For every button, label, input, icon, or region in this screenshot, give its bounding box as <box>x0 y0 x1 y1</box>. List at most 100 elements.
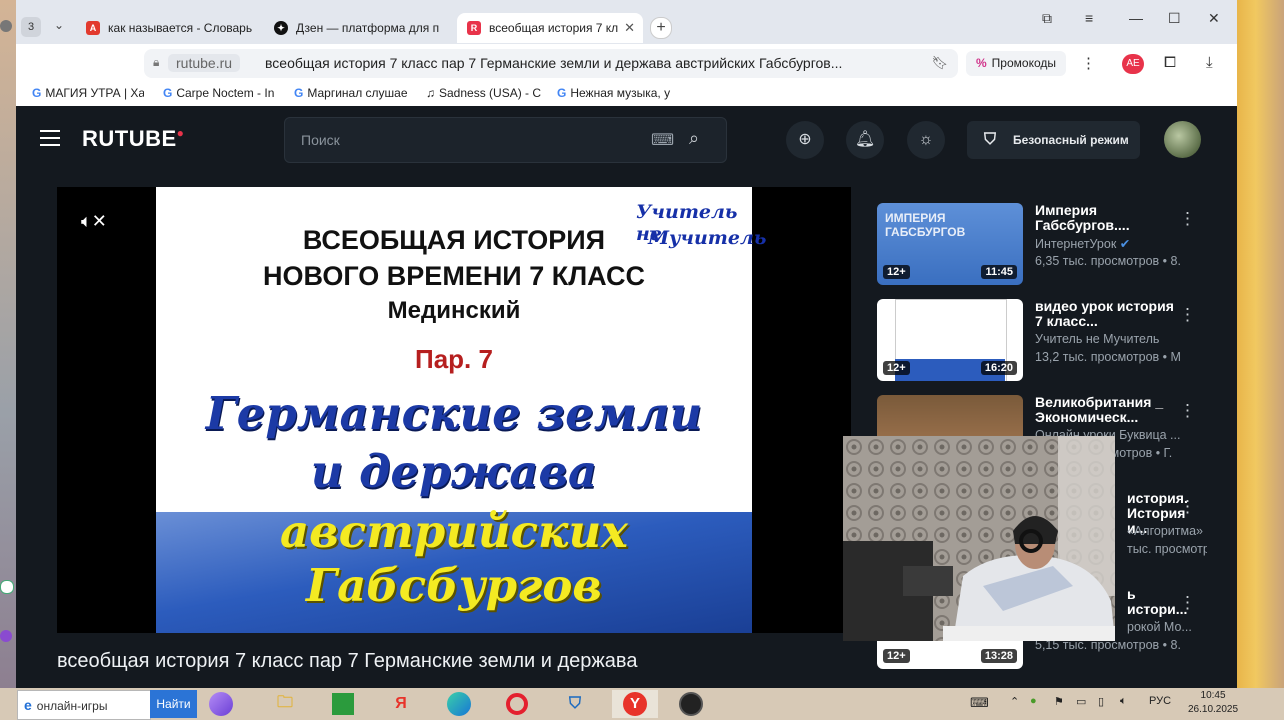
keyboard-tray-icon[interactable]: ⌨ <box>970 695 989 711</box>
opera-icon[interactable] <box>502 690 532 718</box>
safe-mode-label: Безопасный режим <box>1013 133 1129 147</box>
yandex-browser-icon[interactable]: Я <box>386 690 416 718</box>
more-icon[interactable]: ⋮ <box>1179 305 1196 325</box>
url-page-title: всеобщая история 7 класс пар 7 Германски… <box>265 55 843 71</box>
obs-icon[interactable] <box>676 690 706 718</box>
recommendation-channel: «Алгоритма» <box>1127 524 1203 538</box>
duration-badge: 11:45 <box>981 265 1017 279</box>
slide-title-line1: Германские земли <box>205 387 703 440</box>
recommendation-item[interactable]: ИМПЕРИЯ ГАБСБУРГОВ 12+ 11:45 Империя Габ… <box>877 203 1207 289</box>
extensions-icon[interactable]: ⧠ <box>1164 54 1176 71</box>
tab-dictionary[interactable]: А как называется - Словарь <box>86 13 266 43</box>
search-input[interactable]: Поиск ⌨ ⌕ <box>284 117 727 163</box>
new-tab-button[interactable]: + <box>650 17 672 39</box>
duration-badge: 16:20 <box>980 361 1017 375</box>
more-icon[interactable]: ⋮ <box>1179 497 1196 517</box>
clock[interactable]: 10:45 26.10.2025 <box>1188 689 1238 717</box>
slide-title-line4: Габсбургов <box>306 559 602 612</box>
hamburger-menu-icon[interactable] <box>40 130 60 151</box>
recommendation-channel: Учитель не Мучитель <box>1035 332 1160 346</box>
slide-title-line3: австрийских <box>279 505 629 558</box>
lock-icon: 🔒︎ <box>153 55 160 69</box>
promo-codes-button[interactable]: % Промокоды <box>966 51 1066 76</box>
flag-icon[interactable]: ⚑ <box>1054 695 1064 708</box>
menu-icon[interactable]: ≡ <box>1085 10 1093 26</box>
desktop-icon[interactable] <box>0 580 14 594</box>
minimize-icon[interactable]: — <box>1129 10 1143 26</box>
recommendation-channel: рокой Мо... <box>1127 620 1192 634</box>
bookmark-item[interactable]: G Carpe Noctem - In <box>163 86 278 100</box>
promo-label: Промокоды <box>991 56 1056 70</box>
chevron-up-icon[interactable]: ⌃ <box>1010 695 1019 708</box>
address-field[interactable]: 🔒︎ rutube.ru всеобщая история 7 класс па… <box>144 49 958 78</box>
desktop-icon[interactable] <box>0 20 12 32</box>
chevron-down-icon[interactable]: ⌄ <box>54 18 64 32</box>
bookmark-item[interactable]: G Маргинал слушае <box>294 86 412 100</box>
safe-mode-button[interactable]: ⛉ Безопасный режим <box>967 121 1140 159</box>
video-player[interactable]: 🔈︎✕ ВСЕОБЩАЯ ИСТОРИЯ НОВОГО ВРЕМЕНИ 7 КЛ… <box>57 187 851 633</box>
thumbnail: ИМПЕРИЯ ГАБСБУРГОВ 12+ 11:45 <box>877 203 1023 285</box>
close-icon[interactable]: ✕ <box>624 20 635 36</box>
slide-paragraph: Пар. 7 <box>415 344 493 374</box>
taskbar-search-button[interactable]: Найти <box>150 690 197 718</box>
tab-label: как называется - Словарь <box>108 21 253 35</box>
alice-icon[interactable] <box>206 690 236 718</box>
bookmark-item[interactable]: ♫ Sadness (USA) - C <box>426 86 544 100</box>
rutube-header: RUTUBE● Поиск ⌨ ⌕ ⊕ 🔔︎ ☼ ⛉ Безопасный ре… <box>16 106 1237 174</box>
age-badge: 12+ <box>883 361 910 375</box>
adblock-extension-icon[interactable]: AE <box>1122 54 1144 74</box>
maximize-icon[interactable]: ☐ <box>1168 10 1181 27</box>
more-icon[interactable]: ⋮ <box>1081 54 1096 72</box>
network-icon[interactable]: ▭ <box>1076 695 1086 708</box>
recommendation-title: Империя Габсбургов.... <box>1035 202 1130 233</box>
theme-toggle-icon[interactable]: ☼ <box>907 121 945 159</box>
recommendation-views: 6,35 тыс. просмотров • 8. <box>1035 254 1181 268</box>
tab-rutube[interactable]: R всеобщая история 7 кл ✕ <box>457 13 643 43</box>
download-icon[interactable]: ⤓ <box>1206 54 1213 71</box>
more-icon[interactable]: ⋮ <box>1179 401 1196 421</box>
desktop-left-edge <box>0 0 16 688</box>
tray-app-icon[interactable]: ● <box>1030 695 1037 707</box>
tab-strip: 3 ⌄ А как называется - Словарь ✦ Дзен — … <box>16 0 1237 44</box>
avatar[interactable] <box>1164 121 1201 158</box>
internet-explorer-icon: e <box>24 697 32 713</box>
shield-icon: ⛉ <box>984 131 997 148</box>
window-close-icon[interactable]: ✕ <box>1208 10 1220 27</box>
language-indicator[interactable]: РУС <box>1149 695 1171 707</box>
keyboard-icon[interactable]: ⌨ <box>651 130 674 150</box>
edge-icon[interactable] <box>444 690 474 718</box>
google-icon: G <box>557 86 567 100</box>
file-explorer-icon[interactable]: 🗀 <box>270 690 300 718</box>
taskbar-search-input[interactable]: e онлайн-игры <box>17 690 151 720</box>
search-icon[interactable]: ⌕ <box>689 128 699 149</box>
volume-icon[interactable]: 🔈︎ <box>1120 695 1127 708</box>
bookmark-item[interactable]: G Нежная музыка, у <box>557 86 677 100</box>
slide-author: Мединский <box>387 297 521 324</box>
taskbar: e онлайн-игры Найти 🗀 Я ⛉ Y ⌨ ⌃ ● ⚑ ▭ ▯ 🔈… <box>0 688 1284 720</box>
bookmarks-panel-icon[interactable]: ⧉ <box>1042 10 1052 27</box>
bookmark-item[interactable]: G МАГИЯ УТРА | Ха <box>32 86 144 100</box>
bookmark-icon[interactable]: 🔖︎ <box>931 55 948 71</box>
age-badge: 12+ <box>883 649 910 663</box>
watermark-line2: Мучитель <box>648 227 767 249</box>
age-badge: 12+ <box>883 265 910 279</box>
more-icon[interactable]: ⋮ <box>1179 593 1196 613</box>
desktop-icon[interactable] <box>0 630 12 642</box>
percent-icon: % <box>976 56 987 70</box>
security-app-icon[interactable]: ⛉ <box>560 690 590 718</box>
google-icon: G <box>294 86 304 100</box>
recommendation-views: тыс. просмотров • 5. <box>1127 542 1207 556</box>
google-icon: G <box>163 86 173 100</box>
store-icon[interactable] <box>328 690 358 718</box>
mute-icon[interactable]: 🔈︎✕ <box>81 211 107 232</box>
notifications-icon[interactable]: 🔔︎ <box>846 121 884 159</box>
battery-icon[interactable]: ▯ <box>1098 695 1104 708</box>
more-icon[interactable]: ⋮ <box>1179 209 1196 229</box>
tab-dzen[interactable]: ✦ Дзен — платформа для п <box>274 13 454 43</box>
recommendation-item[interactable]: 12+ 16:20 видео урок история 7 класс... … <box>877 299 1207 385</box>
recommendation-channel: ИнтернетУрок ✔ <box>1035 237 1131 251</box>
yandex-app-icon[interactable]: Y <box>612 690 658 718</box>
upload-icon[interactable]: ⊕ <box>786 121 824 159</box>
tab-count-badge[interactable]: 3 <box>21 17 41 37</box>
rutube-logo[interactable]: RUTUBE● <box>82 126 184 152</box>
